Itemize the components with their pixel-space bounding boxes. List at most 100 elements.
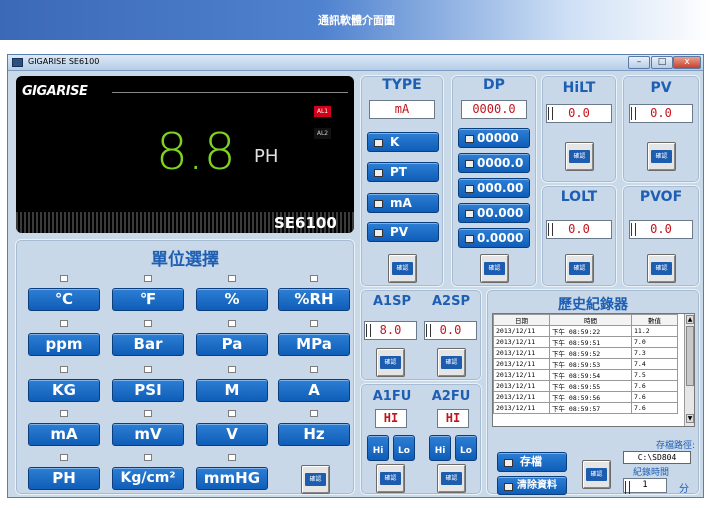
unit-button-4-0[interactable]: PH [28,467,100,490]
unit-checkbox[interactable] [60,454,68,461]
table-row[interactable]: 2013/12/11 下午 08:59:22 11.2 [493,325,678,337]
unit-confirm-button[interactable]: 確認 [301,465,330,494]
table-row[interactable]: 2013/12/11 下午 08:59:52 7.3 [493,347,678,359]
dp-value[interactable]: 0000.0 [461,100,527,119]
unit-button-2-2[interactable]: M [196,379,268,402]
unit-checkbox[interactable] [144,275,152,282]
maximize-button[interactable]: □ [651,56,673,69]
table-row[interactable]: 2013/12/11 下午 08:59:53 7.4 [493,358,678,370]
unit-checkbox[interactable] [144,366,152,373]
confirm-label: 確認 [380,356,401,369]
lolt-confirm-button[interactable]: 確認 [565,254,594,283]
unit-button-1-1[interactable]: Bar [112,333,184,356]
unit-checkbox[interactable] [228,320,236,327]
hilt-confirm-button[interactable]: 確認 [565,142,594,171]
type-option-pv[interactable]: PV [367,222,439,242]
a2fu-hi-button[interactable]: Hi [429,435,451,461]
dp-option-3[interactable]: 000.00 [458,178,530,198]
a2sp-confirm-button[interactable]: 確認 [437,348,466,377]
unit-checkbox[interactable] [310,275,318,282]
unit-button-0-3[interactable]: %RH [278,288,350,311]
unit-button-4-1[interactable]: Kg/cm² [112,467,184,490]
unit-button-3-0[interactable]: mA [28,423,100,446]
unit-checkbox[interactable] [60,410,68,417]
a1sp-confirm-button[interactable]: 確認 [376,348,405,377]
unit-button-3-3[interactable]: Hz [278,423,350,446]
dp-option-2[interactable]: 0000.0 [458,153,530,173]
unit-button-2-1[interactable]: PSI [112,379,184,402]
unit-button-2-3[interactable]: A [278,379,350,402]
unit-checkbox[interactable] [60,366,68,373]
clear-data-button[interactable]: 清除資料 [497,476,567,495]
unit-button-0-0[interactable]: ℃ [28,288,100,311]
a2fu-confirm-button[interactable]: 確認 [437,464,466,493]
table-row[interactable]: 2013/12/11 下午 08:59:56 7.6 [493,391,678,403]
app-icon [12,58,23,67]
unit-button-1-3[interactable]: MPa [278,333,350,356]
a2fu-lo-button[interactable]: Lo [455,435,477,461]
type-value[interactable]: mA [369,100,435,119]
unit-button-3-1[interactable]: mV [112,423,184,446]
a1fu-hi-button[interactable]: Hi [367,435,389,461]
unit-panel: 單位選擇 ℃ ℉% %RH ppm Bar Pa MPa KG PSI M AmA mV V Hz PH Kg… [15,239,355,495]
dp-option-5[interactable]: 0.0000 [458,228,530,248]
unit-checkbox[interactable] [144,410,152,417]
type-option-pt[interactable]: PT [367,162,439,182]
unit-checkbox[interactable] [144,320,152,327]
unit-checkbox[interactable] [310,410,318,417]
table-row[interactable]: 2013/12/11 下午 08:59:54 7.5 [493,369,678,381]
unit-button-4-2[interactable]: mmHG [196,467,268,490]
save-button[interactable]: 存檔 [497,452,567,472]
type-option-k[interactable]: K [367,132,439,152]
table-row[interactable]: 2013/12/11 下午 08:59:55 7.6 [493,380,678,392]
unit-checkbox[interactable] [60,320,68,327]
pvof-confirm-button[interactable]: 確認 [647,254,676,283]
scroll-down-icon[interactable]: ▼ [686,414,694,423]
unit-checkbox[interactable] [144,454,152,461]
unit-checkbox[interactable] [310,366,318,373]
history-scrollbar[interactable]: ▲ ▼ [684,314,694,426]
close-button[interactable]: x [673,56,701,69]
unit-button-1-0[interactable]: ppm [28,333,100,356]
interval-unit: 分 [679,484,689,495]
lolt-value[interactable]: 0.0 [546,220,612,239]
history-confirm-button[interactable]: 確認 [582,460,611,489]
alarm-fu-panel: A1FU A2FU HI HI Hi Lo Hi Lo 確認 確認 [360,383,482,495]
pv-confirm-button[interactable]: 確認 [647,142,676,171]
path-field[interactable]: C:\SD804 [623,451,691,464]
unit-button-2-0[interactable]: KG [28,379,100,402]
a2fu-title: A2FU [431,389,471,404]
table-row[interactable]: 2013/12/11 下午 08:59:51 7.0 [493,336,678,348]
unit-checkbox[interactable] [228,410,236,417]
type-option-ma[interactable]: mA [367,193,439,213]
unit-button-3-2[interactable]: V [196,423,268,446]
pv-value[interactable]: 0.0 [629,104,693,123]
dp-option-1[interactable]: 00000 [458,128,530,148]
unit-button-0-2[interactable]: % [196,288,268,311]
scroll-up-icon[interactable]: ▲ [686,315,694,324]
a1fu-value[interactable]: HI [375,409,407,428]
a1fu-lo-button[interactable]: Lo [393,435,415,461]
unit-checkbox[interactable] [310,320,318,327]
pvof-value[interactable]: 0.0 [629,220,693,239]
a2sp-value[interactable]: 0.0 [424,321,477,340]
a1sp-value[interactable]: 8.0 [364,321,417,340]
unit-button-0-1[interactable]: ℉ [112,288,184,311]
hilt-value[interactable]: 0.0 [546,104,612,123]
alarm-sp-panel: A1SP A2SP 8.0 0.0 確認 確認 [360,289,482,381]
type-confirm-button[interactable]: 確認 [388,254,417,283]
unit-checkbox[interactable] [60,275,68,282]
minimize-button[interactable]: – [628,56,650,69]
a2fu-value[interactable]: HI [437,409,469,428]
unit-checkbox[interactable] [228,366,236,373]
dp-option-4[interactable]: 00.000 [458,203,530,223]
table-row[interactable]: 2013/12/11 下午 08:59:57 7.6 [493,402,678,414]
scroll-thumb[interactable] [686,326,694,386]
dp-confirm-button[interactable]: 確認 [480,254,509,283]
a1fu-confirm-button[interactable]: 確認 [376,464,405,493]
unit-checkbox[interactable] [228,275,236,282]
unit-button-1-2[interactable]: Pa [196,333,268,356]
interval-field[interactable]: 1 [623,478,667,494]
confirm-label: 確認 [441,472,462,485]
unit-checkbox[interactable] [228,454,236,461]
